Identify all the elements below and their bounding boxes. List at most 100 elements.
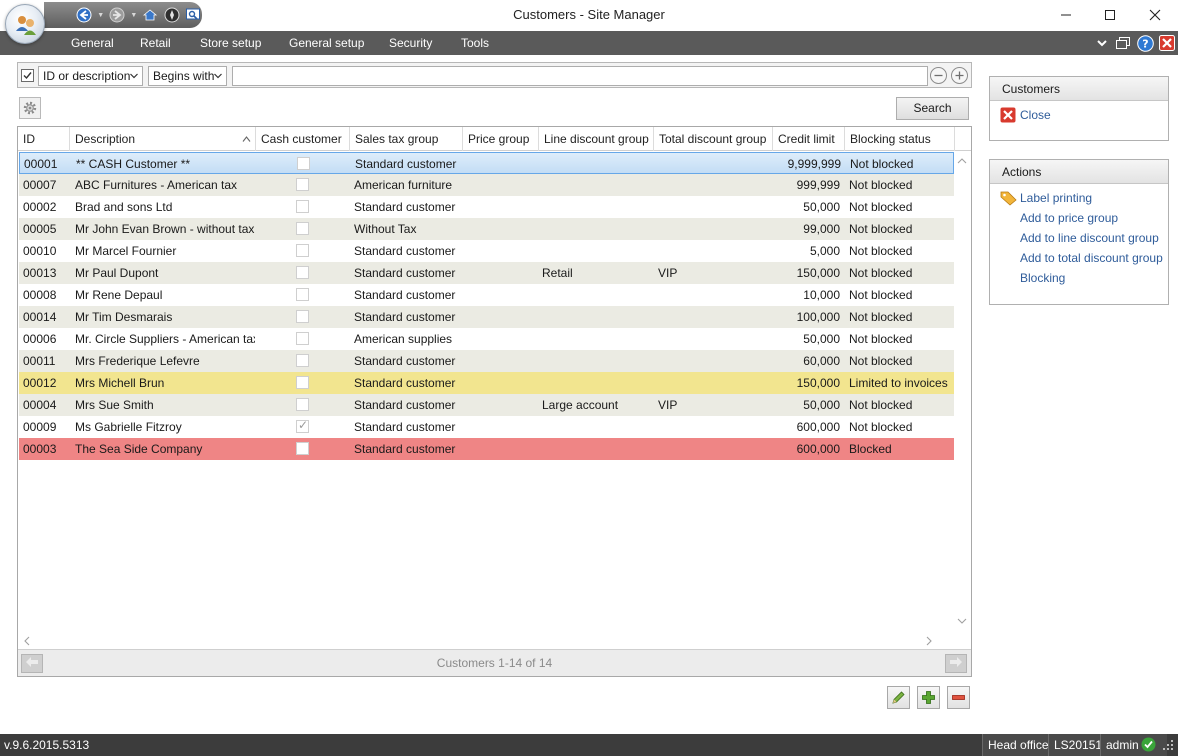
filter-value-input[interactable] xyxy=(232,66,928,86)
ribbon-collapse-chevron-icon[interactable] xyxy=(1094,35,1110,51)
action-add-to-total-discount-group[interactable]: Add to total discount group xyxy=(1020,251,1163,265)
table-row[interactable]: 00002 Brad and sons Ltd Standard customer 5… xyxy=(19,196,954,218)
cash-customer-checkbox[interactable] xyxy=(297,157,310,170)
table-row[interactable]: 00013 Mr Paul Dupont Standard customer Reta… xyxy=(19,262,954,284)
close-red-icon[interactable] xyxy=(1000,107,1016,126)
menu-general-setup[interactable]: General setup xyxy=(289,36,364,50)
table-row[interactable]: 00014 Mr Tim Desmarais Standard customer 10… xyxy=(19,306,954,328)
menu-retail[interactable]: Retail xyxy=(140,36,171,50)
window-switch-icon[interactable] xyxy=(1114,34,1132,52)
version-label: v.9.6.2015.5313 xyxy=(4,738,90,752)
cell-credit-limit: 50,000 xyxy=(803,200,840,214)
column-header-sales-tax-group[interactable]: Sales tax group xyxy=(350,127,463,151)
add-filter-button[interactable] xyxy=(951,67,968,84)
scroll-right-icon[interactable] xyxy=(926,636,933,649)
table-row[interactable]: 00005 Mr John Evan Brown - without tax Wit… xyxy=(19,218,954,240)
grid-settings-button[interactable] xyxy=(19,97,41,119)
help-icon[interactable]: ? xyxy=(1136,34,1154,52)
table-row[interactable]: 00012 Mrs Michell Brun Standard customer 15… xyxy=(19,372,954,394)
cell-description: Mr. Circle Suppliers - American tax xyxy=(75,332,255,346)
filter-field-select[interactable]: ID or description xyxy=(38,66,143,86)
column-header-price-group[interactable]: Price group xyxy=(463,127,539,151)
maximize-button[interactable] xyxy=(1087,0,1133,30)
cell-id: 00005 xyxy=(23,222,57,236)
cell-credit-limit: 60,000 xyxy=(803,354,840,368)
column-header-credit-limit[interactable]: Credit limit xyxy=(773,127,845,151)
customers-panel-title: Customers xyxy=(990,77,1168,101)
search-button[interactable]: Search xyxy=(896,97,969,120)
grid-pager: Customers 1-14 of 14 xyxy=(18,649,971,676)
cash-customer-checkbox[interactable] xyxy=(296,266,309,279)
edit-button[interactable] xyxy=(887,686,910,709)
menu-security[interactable]: Security xyxy=(389,36,432,50)
cash-customer-checkbox[interactable] xyxy=(296,310,309,323)
cell-line-discount-group xyxy=(543,153,653,175)
column-header-id[interactable]: ID xyxy=(18,127,70,151)
cell-line-discount-group: Large account xyxy=(542,398,619,412)
cash-customer-checkbox[interactable] xyxy=(296,376,309,389)
horizontal-scrollbar[interactable] xyxy=(18,632,954,649)
filter-operator-select[interactable]: Begins with xyxy=(148,66,227,86)
filter-enabled-checkbox[interactable] xyxy=(21,69,34,82)
cell-blocking-status: Blocked xyxy=(849,442,892,456)
cash-customer-checkbox[interactable] xyxy=(296,398,309,411)
action-add-to-line-discount-group[interactable]: Add to line discount group xyxy=(1020,231,1159,245)
column-header-cash-customer[interactable]: Cash customer xyxy=(256,127,350,151)
cell-sales-tax-group: Standard customer xyxy=(354,244,456,258)
scroll-up-icon[interactable] xyxy=(957,155,967,167)
cash-customer-checkbox[interactable] xyxy=(296,332,309,345)
column-header-description-label: Description xyxy=(75,132,136,146)
table-row[interactable]: 00010 Mr Marcel Fournier Standard customer… xyxy=(19,240,954,262)
table-row[interactable]: 00004 Mrs Sue Smith Standard customer Large… xyxy=(19,394,954,416)
add-button[interactable] xyxy=(917,686,940,709)
minimize-button[interactable] xyxy=(1043,0,1089,30)
cash-customer-checkbox[interactable] xyxy=(296,442,309,455)
table-row[interactable]: 00009 Ms Gabrielle Fitzroy Standard custom… xyxy=(19,416,954,438)
cell-line-discount-group xyxy=(542,350,652,372)
close-window-button[interactable] xyxy=(1132,0,1178,30)
cash-customer-checkbox[interactable] xyxy=(296,200,309,213)
cell-sales-tax-group: American supplies xyxy=(354,332,453,346)
delete-button[interactable] xyxy=(947,686,970,709)
cash-customer-checkbox[interactable] xyxy=(296,354,309,367)
cell-line-discount-group xyxy=(542,174,652,196)
table-row[interactable]: 00008 Mr Rene Depaul Standard customer 10,0… xyxy=(19,284,954,306)
menu-store-setup[interactable]: Store setup xyxy=(200,36,261,50)
cash-customer-checkbox[interactable] xyxy=(296,222,309,235)
cash-customer-checkbox[interactable] xyxy=(296,244,309,257)
cell-id: 00009 xyxy=(23,420,57,434)
remove-filter-button[interactable] xyxy=(930,67,947,84)
cell-line-discount-group xyxy=(542,372,652,394)
cell-credit-limit: 600,000 xyxy=(796,420,840,434)
column-header-blocking-status[interactable]: Blocking status xyxy=(845,127,955,151)
filter-field-value: ID or description xyxy=(43,69,131,83)
close-link[interactable]: Close xyxy=(1020,108,1051,122)
cell-id: 00007 xyxy=(23,178,57,192)
cash-customer-checkbox[interactable] xyxy=(296,418,309,433)
vertical-scrollbar[interactable] xyxy=(954,151,971,632)
column-header-description[interactable]: Description xyxy=(70,127,256,151)
cell-id: 00003 xyxy=(23,442,57,456)
scroll-down-icon[interactable] xyxy=(957,616,967,628)
column-header-total-discount-group[interactable]: Total discount group xyxy=(654,127,773,151)
scroll-left-icon[interactable] xyxy=(23,636,30,649)
menu-tools[interactable]: Tools xyxy=(461,36,489,50)
next-page-button[interactable] xyxy=(945,654,967,673)
close-app-icon[interactable] xyxy=(1158,34,1176,52)
column-header-line-discount-group[interactable]: Line discount group xyxy=(539,127,654,151)
table-row[interactable]: 00007 ABC Furnitures - American tax Americ… xyxy=(19,174,954,196)
cash-customer-checkbox[interactable] xyxy=(296,178,309,191)
action-label-printing[interactable]: Label printing xyxy=(1020,191,1092,205)
table-row[interactable]: 00001 ** CASH Customer ** Standard custome… xyxy=(19,152,954,174)
action-add-to-price-group[interactable]: Add to price group xyxy=(1020,211,1118,225)
table-row[interactable]: 00011 Mrs Frederique Lefevre Standard cust… xyxy=(19,350,954,372)
resize-grip-icon[interactable] xyxy=(1162,739,1174,754)
menu-general[interactable]: General xyxy=(71,36,114,50)
table-row[interactable]: 00003 The Sea Side Company Standard custom… xyxy=(19,438,954,460)
cash-customer-checkbox[interactable] xyxy=(296,288,309,301)
cell-total-discount-group xyxy=(658,328,770,350)
table-row[interactable]: 00006 Mr. Circle Suppliers - American tax… xyxy=(19,328,954,350)
application-menu-button[interactable] xyxy=(5,4,45,44)
action-blocking[interactable]: Blocking xyxy=(1020,271,1065,285)
minus-icon xyxy=(934,74,943,77)
